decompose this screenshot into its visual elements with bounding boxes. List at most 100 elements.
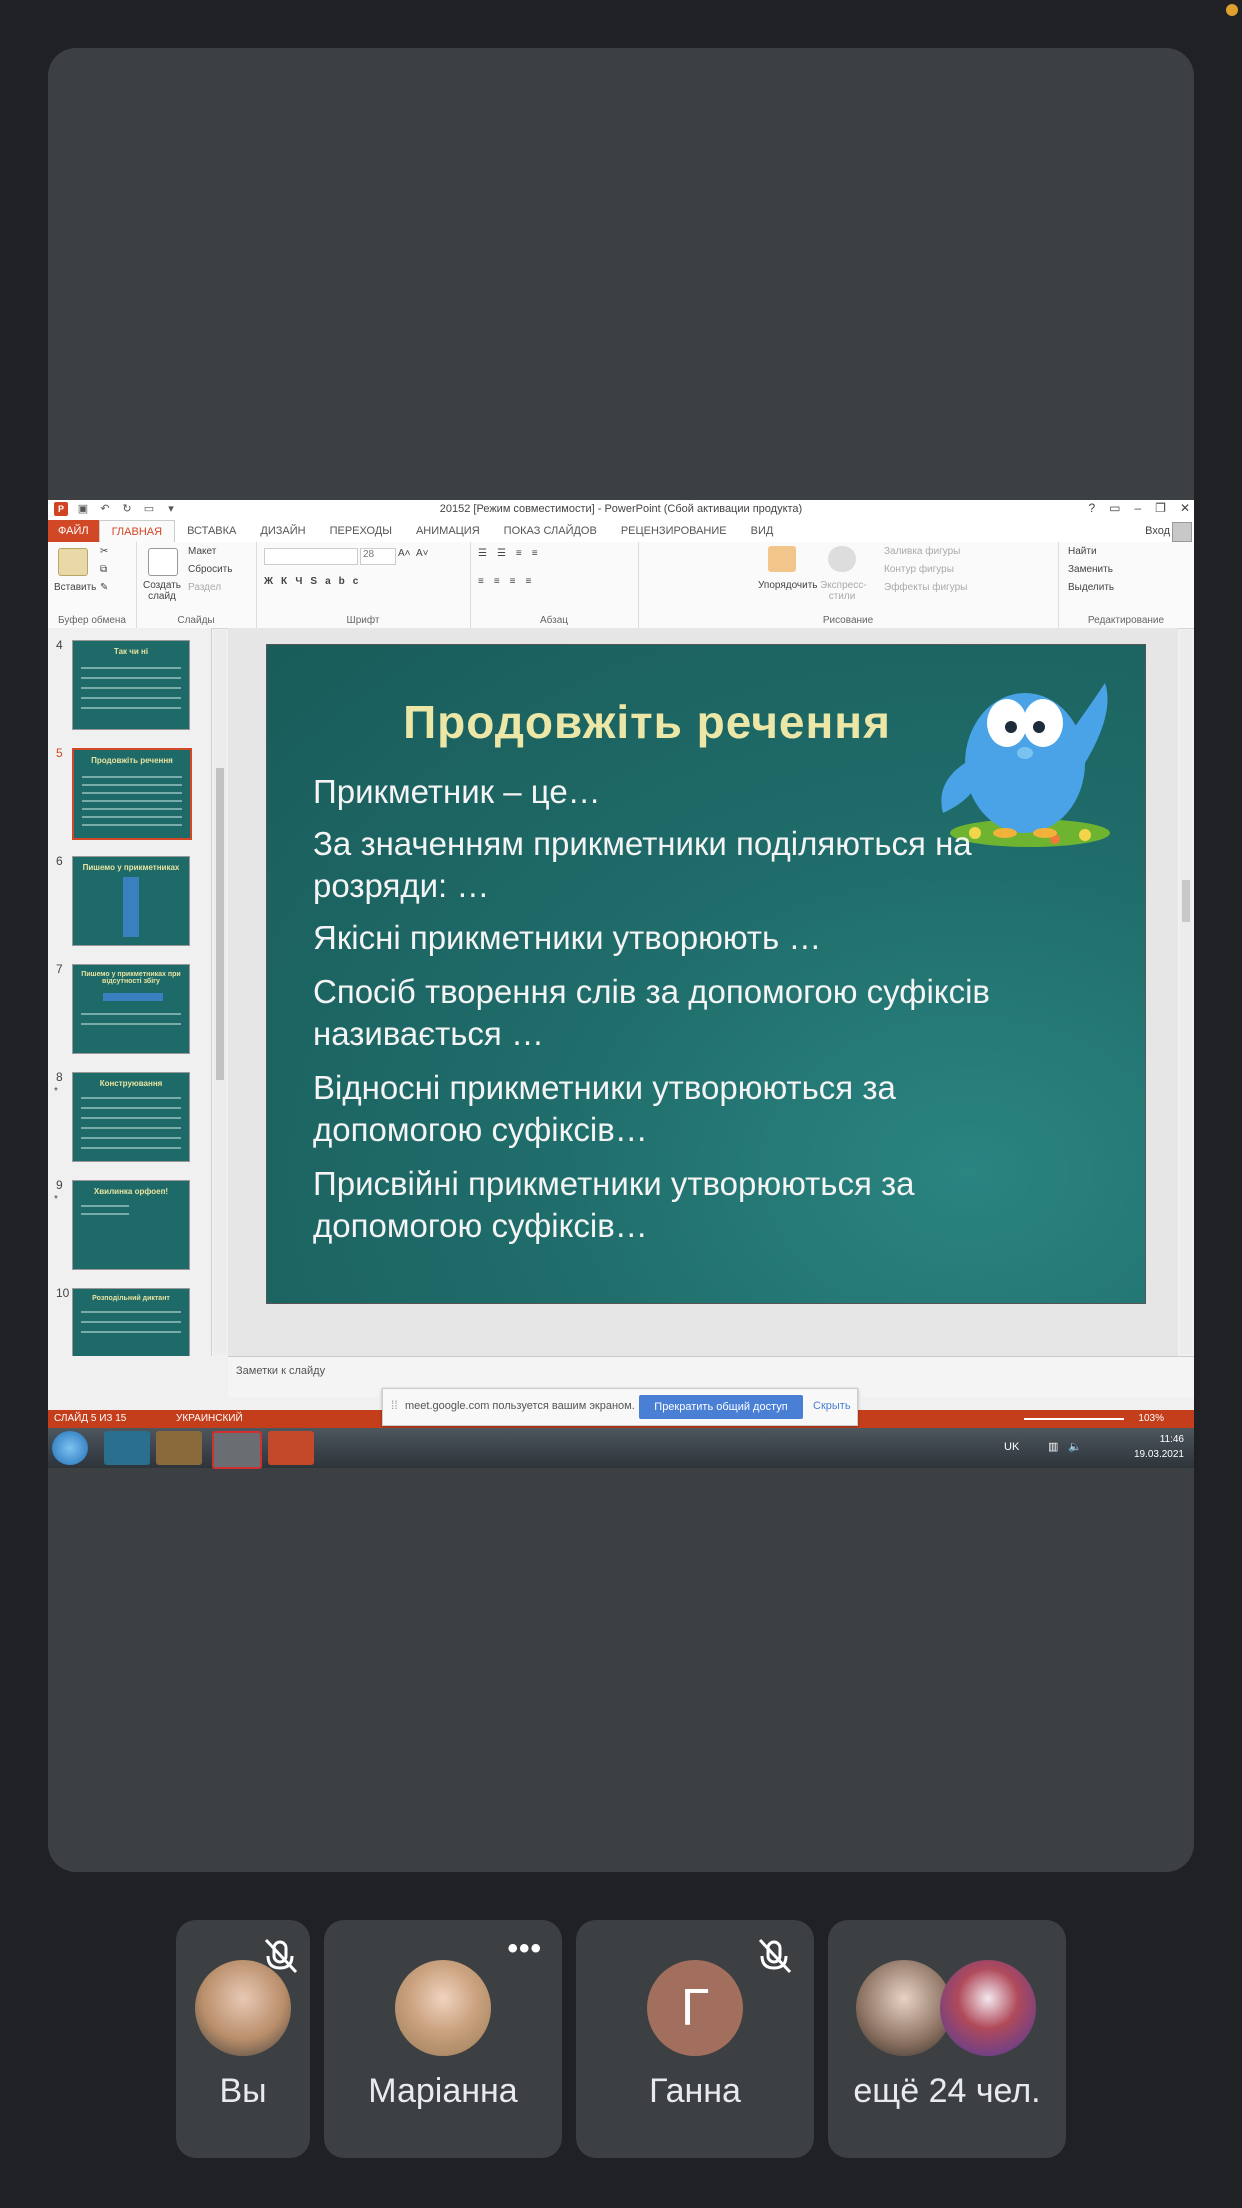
slide-thumbnail-selected[interactable]: Продовжіть речення [72, 748, 192, 840]
slide-title[interactable]: Продовжіть речення [267, 695, 1027, 749]
zoom-level[interactable]: 103% [1138, 1413, 1164, 1424]
thumbnail-shape [103, 993, 163, 1001]
volume-icon[interactable]: 🔈 [1068, 1440, 1082, 1453]
tab-insert[interactable]: ВСТАВКА [175, 520, 248, 542]
slide-thumbnail[interactable]: Пишемо у прикметниках [72, 856, 190, 946]
tab-home[interactable]: ГЛАВНАЯ [98, 519, 176, 543]
quick-styles-icon[interactable] [828, 546, 856, 572]
paragraph-group-label: Абзац [539, 615, 569, 626]
thumbnail-row[interactable]: 5 Продовжіть речення [48, 746, 198, 840]
start-button-icon[interactable] [52, 1431, 88, 1465]
more-participants-tile[interactable]: ещё 24 чел. [828, 1920, 1066, 2158]
media-app-icon[interactable] [104, 1431, 150, 1465]
tab-review[interactable]: РЕЦЕНЗИРОВАНИЕ [609, 520, 739, 542]
slide-bullet[interactable]: За значенням прикметники поділяються на … [313, 823, 1113, 907]
slide-bullet[interactable]: Відносні прикметники утворюються за допо… [313, 1067, 1073, 1151]
arrange-button[interactable]: Упорядочить [758, 580, 818, 591]
window-title: 20152 [Режим совместимости] - PowerPoint… [439, 503, 803, 515]
tab-animations[interactable]: АНИМАЦИЯ [404, 520, 492, 542]
new-slide-button[interactable]: Создать слайд [142, 580, 182, 602]
slide-bullet[interactable]: Якісні прикметники утворюють … [313, 917, 1113, 959]
tab-slideshow[interactable]: ПОКАЗ СЛАЙДОВ [492, 520, 609, 542]
thumbnail-row[interactable]: 4 Так чи ні [48, 638, 198, 732]
slide-bullet[interactable]: Присвійні прикметники утворюються за доп… [313, 1163, 1073, 1247]
shrink-font-icon[interactable]: A˅ [416, 548, 429, 559]
drag-handle-icon[interactable]: ⁞⁞ [391, 1398, 398, 1412]
cut-icon[interactable]: ✂ [100, 546, 108, 557]
zoom-slider[interactable] [1024, 1418, 1124, 1420]
tab-design[interactable]: ДИЗАЙН [248, 520, 317, 542]
thumbnail-row[interactable]: 9 * Хвилинка орфоеп! [48, 1178, 198, 1272]
reset-button[interactable]: Сбросить [188, 564, 232, 575]
thumbnail-title: Так чи ні [113, 647, 149, 656]
slide-bullet[interactable]: Спосіб творення слів за допомогою суфікс… [313, 971, 1033, 1055]
participant-tile[interactable]: ••• Маріанна [324, 1920, 562, 2158]
font-style-buttons[interactable]: ЖКЧSabc [264, 576, 366, 587]
slide-thumbnail[interactable]: Розподільний диктант [72, 1288, 190, 1356]
restore-icon[interactable]: ❐ [1155, 501, 1166, 515]
slide-thumbnail[interactable]: Конструювання [72, 1072, 190, 1162]
copy-icon[interactable]: ⧉ [100, 564, 107, 575]
hide-banner-link[interactable]: Скрыть [813, 1400, 851, 1412]
drawing-group-label: Рисование [822, 615, 874, 626]
stop-sharing-button[interactable]: Прекратить общий доступ [639, 1395, 803, 1419]
help-icon[interactable]: ? [1088, 501, 1095, 515]
font-size-dropdown[interactable]: 28 [360, 548, 396, 565]
layout-button[interactable]: Макет [188, 546, 216, 557]
tab-file[interactable]: ФАЙЛ [48, 520, 99, 542]
network-icon[interactable]: ▥ [1048, 1440, 1058, 1453]
font-family-dropdown[interactable] [264, 548, 358, 565]
bullets-icon[interactable]: ☰☰≡≡ [478, 548, 548, 559]
powerpoint-taskbar-icon[interactable] [268, 1431, 314, 1465]
slide-bullet[interactable]: Прикметник – це… [313, 771, 1113, 813]
find-button[interactable]: Найти [1068, 546, 1097, 557]
replace-button[interactable]: Заменить [1068, 564, 1113, 575]
slide-scrollbar[interactable] [1180, 630, 1192, 1354]
close-icon[interactable]: ✕ [1180, 501, 1190, 515]
participant-tile[interactable]: Г Ганна [576, 1920, 814, 2158]
media-player-icon[interactable] [156, 1431, 202, 1465]
language-indicator[interactable]: УКРАИНСКИЙ [176, 1413, 243, 1424]
clipboard-group-label: Буфер обмена [58, 615, 126, 626]
slide-thumbnail[interactable]: Хвилинка орфоеп! [72, 1180, 190, 1270]
align-icons[interactable]: ≡≡≡≡ [478, 576, 541, 587]
more-options-icon[interactable]: ••• [507, 1932, 542, 1966]
minimize-icon[interactable]: ‒ [1134, 501, 1141, 515]
signin-link[interactable]: Вход [1145, 525, 1170, 537]
shape-effects-button[interactable]: Эффекты фигуры [884, 582, 967, 593]
thumbnail-row[interactable]: 7 Пишемо у прикметниках при відсутності … [48, 962, 198, 1056]
slide-thumbnails-pane: 4 Так чи ні 5 Продовжіть речення 6 Пишем… [48, 628, 212, 1356]
slide-thumbnail[interactable]: Пишемо у прикметниках при відсутності зб… [72, 964, 190, 1054]
quick-styles-button[interactable]: Экспресс-стили [820, 580, 867, 602]
section-button[interactable]: Раздел [188, 582, 221, 593]
thumbnail-row[interactable]: 6 Пишемо у прикметниках [48, 854, 198, 948]
new-slide-icon[interactable] [148, 548, 178, 576]
paste-button[interactable]: Вставить [54, 582, 96, 593]
ribbon-options-icon[interactable]: ▭ [1109, 501, 1120, 515]
keyboard-language[interactable]: UK [1004, 1441, 1019, 1453]
slide-thumbnail[interactable]: Так чи ні [72, 640, 190, 730]
tab-view[interactable]: ВИД [739, 520, 786, 542]
slides-group-label: Слайды [177, 615, 215, 626]
clipboard-group: Вставить ✂ ⧉ ✎ Буфер обмена [48, 542, 137, 628]
paste-icon[interactable] [58, 548, 88, 576]
participant-tile-self[interactable]: Вы [176, 1920, 310, 2158]
thumbnails-scrollbar-thumb[interactable] [216, 768, 224, 1080]
thumbnail-row[interactable]: 10 Розподільний диктант [48, 1286, 198, 1356]
more-participants-label: ещё 24 чел. [853, 2072, 1041, 2110]
slide-scrollbar-thumb[interactable] [1182, 880, 1190, 922]
shape-fill-button[interactable]: Заливка фигуры [884, 546, 960, 557]
opera-browser-icon[interactable] [212, 1431, 262, 1469]
grow-font-icon[interactable]: A˄ [398, 548, 411, 559]
current-slide[interactable]: Продовжіть речення Прикметник – це… За з… [266, 644, 1146, 1304]
editing-group: Найти Заменить Выделить Редактирование [1058, 542, 1194, 628]
arrange-icon[interactable] [768, 546, 796, 572]
tab-transitions[interactable]: ПЕРЕХОДЫ [318, 520, 404, 542]
recording-indicator [1226, 4, 1238, 16]
thumbnail-row[interactable]: 8 * Конструювання [48, 1070, 198, 1164]
shape-outline-button[interactable]: Контур фигуры [884, 564, 954, 575]
select-button[interactable]: Выделить [1068, 582, 1114, 593]
format-painter-icon[interactable]: ✎ [100, 582, 108, 593]
user-avatar-icon[interactable] [1172, 522, 1192, 542]
clock[interactable]: 11:46 19.03.2021 [1134, 1432, 1184, 1462]
